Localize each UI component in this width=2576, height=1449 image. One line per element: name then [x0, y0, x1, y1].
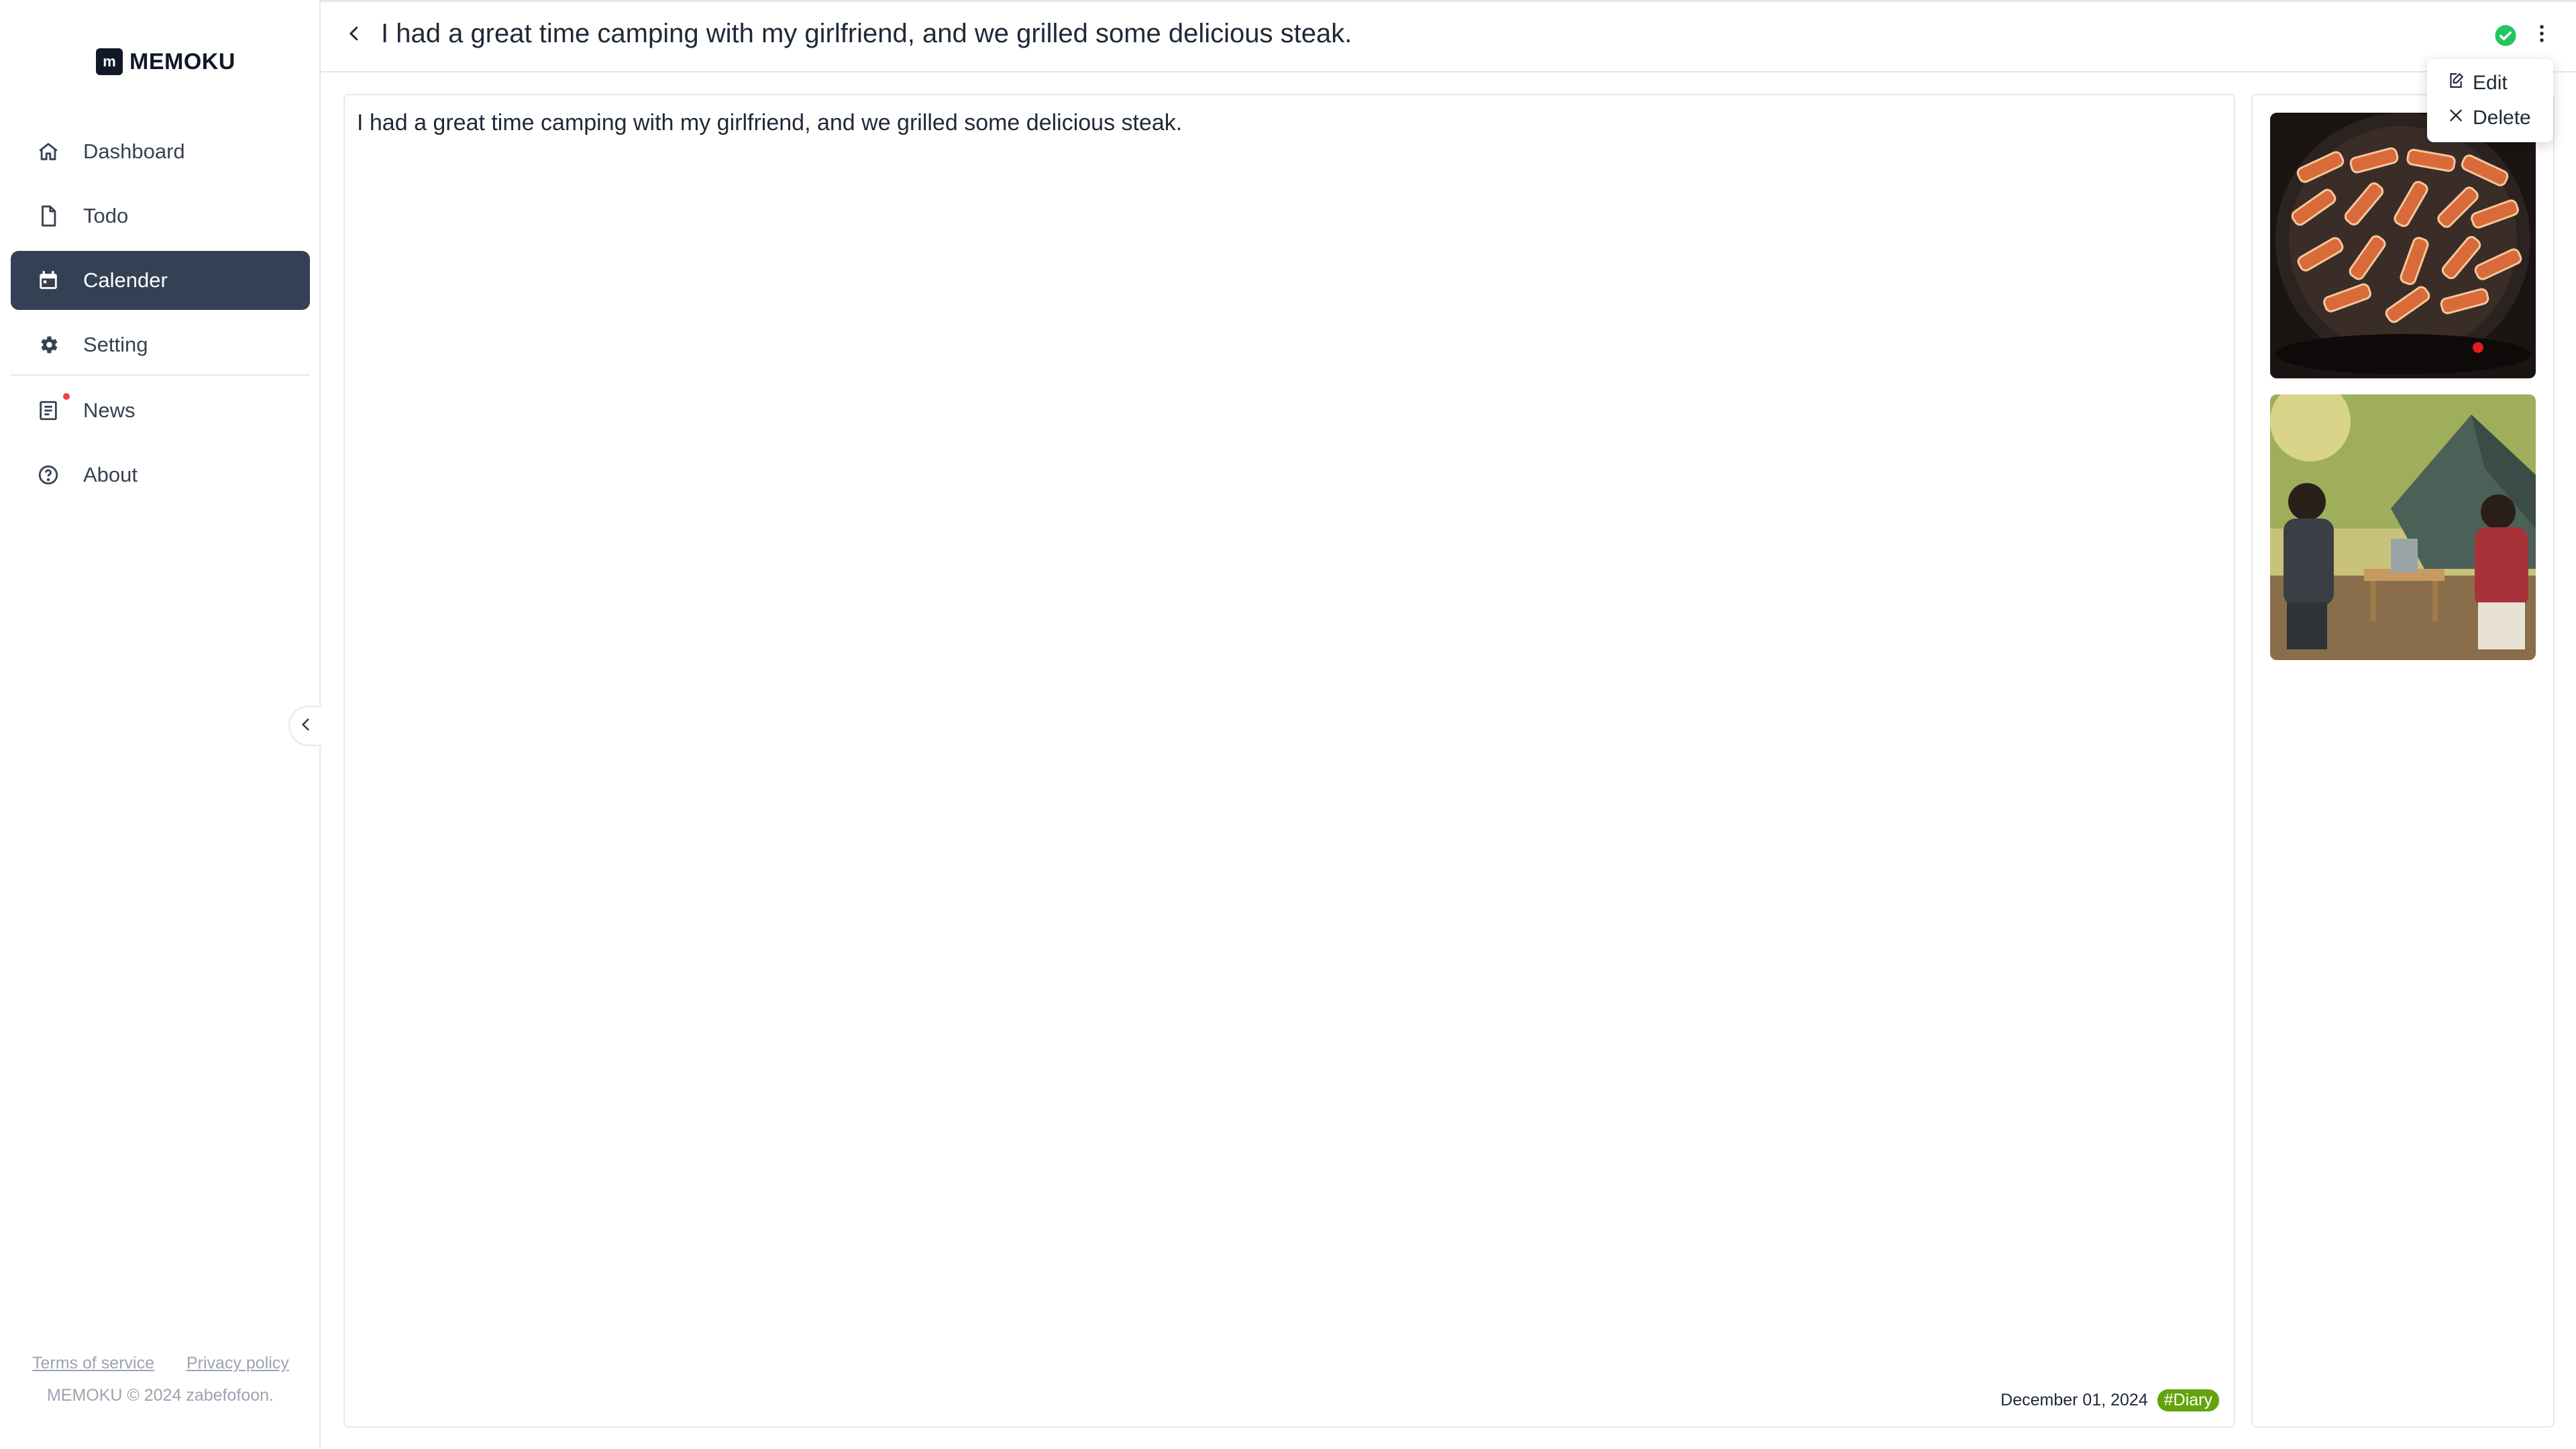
- file-icon: [35, 203, 62, 229]
- edit-label: Edit: [2473, 72, 2508, 94]
- options-dropdown: Edit Delete: [2427, 59, 2553, 142]
- logo-mark: m: [96, 48, 123, 75]
- sidebar: m MEMOKU Dashboard Todo Calender Setting…: [0, 0, 322, 1449]
- gear-icon: [35, 331, 62, 358]
- camping-couple-image[interactable]: [2270, 394, 2536, 660]
- sidebar-item-label: Setting: [83, 333, 148, 356]
- check-circle-icon: [2494, 24, 2517, 47]
- terms-link[interactable]: Terms of service: [32, 1354, 154, 1373]
- delete-menu-item[interactable]: Delete: [2447, 103, 2531, 133]
- steak-grill-image[interactable]: [2270, 113, 2536, 378]
- sidebar-divider: [11, 374, 310, 376]
- sidebar-item-setting[interactable]: Setting: [11, 315, 310, 374]
- sidebar-item-label: Calender: [83, 268, 168, 292]
- entry-tag[interactable]: #Diary: [2157, 1389, 2219, 1411]
- chevron-left-icon: [297, 716, 315, 737]
- page-title: I had a great time camping with my girlf…: [381, 19, 1352, 48]
- sidebar-item-label: About: [83, 463, 138, 486]
- privacy-link[interactable]: Privacy policy: [186, 1354, 289, 1373]
- delete-label: Delete: [2473, 107, 2531, 129]
- entry-date: December 01, 2024: [2000, 1391, 2148, 1409]
- sidebar-collapse-button[interactable]: [288, 706, 322, 746]
- image-panel: [2251, 94, 2555, 1428]
- copyright-text: MEMOKU © 2024 zabefofoon.: [46, 1386, 274, 1405]
- more-vertical-icon: [2538, 23, 2545, 47]
- newspaper-icon: [35, 393, 70, 424]
- help-circle-icon: [35, 462, 62, 488]
- sidebar-item-dashboard[interactable]: Dashboard: [11, 122, 310, 181]
- footer-links: Terms of service Privacy policy: [32, 1354, 289, 1373]
- sidebar-item-label: Todo: [83, 204, 129, 227]
- calendar-icon: [35, 267, 62, 294]
- sidebar-item-label: Dashboard: [83, 140, 185, 163]
- entry-meta: December 01, 2024 #Diary: [2000, 1389, 2219, 1411]
- chevron-left-icon: [344, 23, 364, 47]
- sidebar-item-news[interactable]: News: [11, 381, 310, 440]
- entry-text: I had a great time camping with my girlf…: [357, 110, 1183, 136]
- app-logo[interactable]: m MEMOKU: [96, 47, 235, 76]
- home-icon: [35, 138, 62, 165]
- more-options-button[interactable]: [2532, 21, 2552, 48]
- back-button[interactable]: [341, 21, 368, 48]
- edit-menu-item[interactable]: Edit: [2447, 68, 2508, 98]
- edit-icon: [2447, 72, 2465, 95]
- app-name: MEMOKU: [129, 48, 235, 74]
- close-icon: [2447, 107, 2465, 129]
- entry-content: I had a great time camping with my girlf…: [343, 94, 2235, 1428]
- notification-dot: [63, 393, 70, 400]
- sidebar-item-label: News: [83, 398, 136, 422]
- sidebar-item-about[interactable]: About: [11, 445, 310, 504]
- sidebar-item-todo[interactable]: Todo: [11, 186, 310, 246]
- page-header: I had a great time camping with my girlf…: [321, 0, 2576, 72]
- sidebar-item-calender[interactable]: Calender: [11, 251, 310, 310]
